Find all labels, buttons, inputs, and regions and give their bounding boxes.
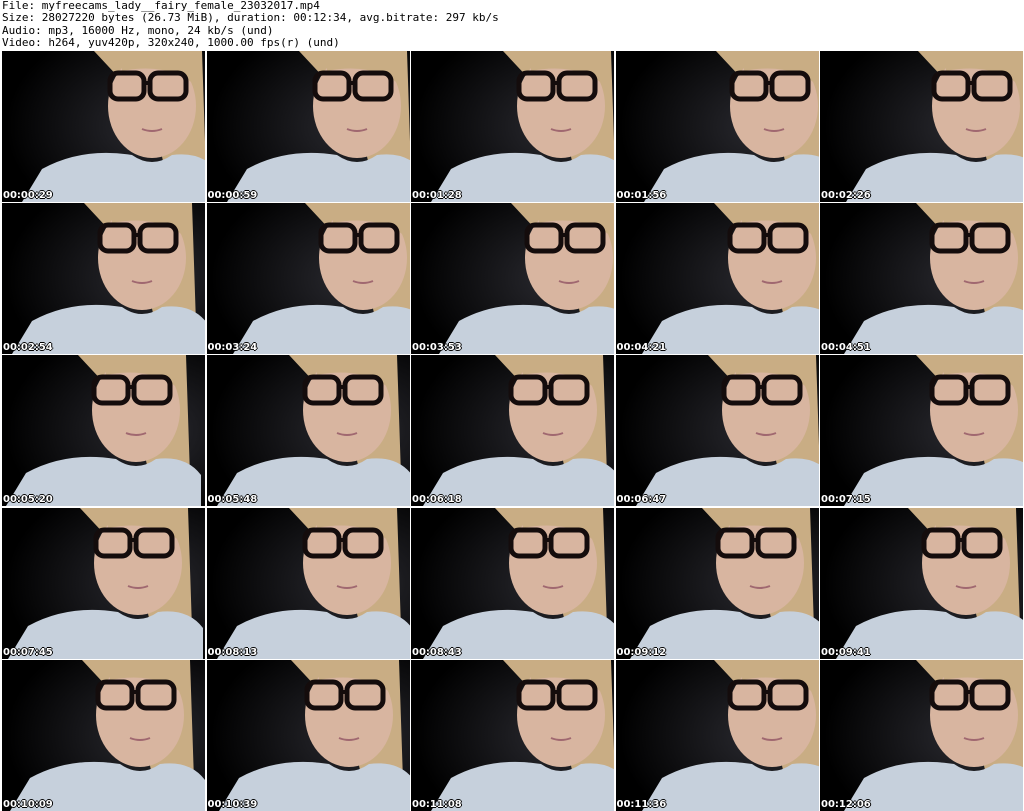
video-thumbnail: 00:06:47	[615, 355, 819, 507]
frame-image	[206, 203, 410, 355]
thumbnail-timestamp: 00:10:09	[3, 798, 53, 810]
thumbnail-timestamp: 00:12:06	[821, 798, 871, 810]
video-thumbnail: 00:03:53	[411, 203, 614, 355]
video-thumbnail: 00:11:08	[411, 659, 614, 811]
video-thumbnail: 00:00:59	[206, 51, 410, 202]
frame-image	[615, 355, 819, 507]
video-thumbnail: 00:05:20	[2, 355, 205, 507]
frame-image	[615, 507, 819, 659]
video-thumbnail: 00:06:18	[411, 355, 614, 507]
video-thumbnail: 00:04:51	[820, 203, 1023, 355]
frame-image	[2, 51, 205, 202]
thumbnail-timestamp: 00:02:26	[821, 190, 871, 201]
video-info-line: Video: h264, yuv420p, 320x240, 1000.00 f…	[2, 36, 340, 49]
thumbnail-timestamp: 00:00:29	[3, 190, 53, 201]
video-thumbnail: 00:08:43	[411, 507, 614, 659]
thumbnail-timestamp: 00:08:43	[412, 646, 462, 658]
thumbnail-timestamp: 00:09:12	[616, 646, 667, 658]
thumbnail-timestamp: 00:03:53	[412, 342, 462, 354]
frame-image	[820, 507, 1023, 659]
thumbnail-timestamp: 00:11:36	[616, 798, 667, 810]
thumbnail-timestamp: 00:03:24	[207, 342, 258, 354]
thumbnail-timestamp: 00:11:08	[412, 798, 462, 810]
frame-image	[411, 507, 614, 659]
thumbnail-timestamp: 00:05:48	[207, 494, 258, 506]
video-thumbnail: 00:12:06	[820, 659, 1023, 811]
video-thumbnail: 00:09:12	[615, 507, 819, 659]
video-thumbnail: 00:09:41	[820, 507, 1023, 659]
frame-image	[411, 355, 614, 507]
frame-image	[411, 659, 614, 811]
video-thumbnail: 00:04:21	[615, 203, 819, 355]
frame-image	[615, 51, 819, 202]
video-info-header: File: myfreecams_lady__fairy_female_2303…	[2, 0, 1022, 50]
frame-image	[820, 51, 1023, 202]
video-thumbnail: 00:08:13	[206, 507, 410, 659]
video-thumbnail: 00:00:29	[2, 51, 205, 202]
frame-image	[2, 203, 205, 355]
video-thumbnail: 00:10:39	[206, 659, 410, 811]
video-thumbnail: 00:07:45	[2, 507, 205, 659]
frame-image	[206, 51, 410, 202]
file-name-line: File: myfreecams_lady__fairy_female_2303…	[2, 0, 320, 12]
frame-image	[820, 659, 1023, 811]
frame-image	[2, 355, 205, 507]
thumbnail-grid: 00:00:29 00:00:59 00:01:28 00:01:56 00:02:26…	[2, 51, 1023, 811]
file-size-line: Size: 28027220 bytes (26.73 MiB), durati…	[2, 12, 499, 25]
video-thumbnail: 00:07:15	[820, 355, 1023, 507]
audio-info-line: Audio: mp3, 16000 Hz, mono, 24 kb/s (und…	[2, 24, 274, 37]
frame-image	[615, 659, 819, 811]
thumbnail-timestamp: 00:02:54	[3, 342, 53, 354]
thumbnail-timestamp: 00:06:18	[412, 494, 462, 506]
frame-image	[206, 507, 410, 659]
thumbnail-timestamp: 00:07:45	[3, 646, 53, 658]
thumbnail-timestamp: 00:08:13	[207, 646, 258, 658]
video-thumbnail: 00:01:28	[411, 51, 614, 202]
thumbnail-timestamp: 00:07:15	[821, 494, 871, 506]
thumbnail-timestamp: 00:01:28	[412, 190, 462, 201]
thumbnail-timestamp: 00:01:56	[616, 190, 667, 201]
frame-image	[206, 659, 410, 811]
thumbnail-timestamp: 00:05:20	[3, 494, 53, 506]
frame-image	[820, 355, 1023, 507]
video-thumbnail: 00:05:48	[206, 355, 410, 507]
video-thumbnail: 00:10:09	[2, 659, 205, 811]
thumbnail-timestamp: 00:10:39	[207, 798, 258, 810]
frame-image	[615, 203, 819, 355]
frame-image	[206, 355, 410, 507]
video-thumbnail: 00:03:24	[206, 203, 410, 355]
frame-image	[411, 203, 614, 355]
thumbnail-timestamp: 00:04:51	[821, 342, 871, 354]
thumbnail-timestamp: 00:06:47	[616, 494, 667, 506]
video-thumbnail: 00:01:56	[615, 51, 819, 202]
frame-image	[820, 203, 1023, 355]
thumbnail-timestamp: 00:04:21	[616, 342, 667, 354]
video-thumbnail: 00:02:26	[820, 51, 1023, 202]
frame-image	[2, 507, 205, 659]
video-thumbnail: 00:02:54	[2, 203, 205, 355]
video-thumbnail: 00:11:36	[615, 659, 819, 811]
thumbnail-timestamp: 00:00:59	[207, 190, 258, 201]
thumbnail-timestamp: 00:09:41	[821, 646, 871, 658]
frame-image	[2, 659, 205, 811]
frame-image	[411, 51, 614, 202]
